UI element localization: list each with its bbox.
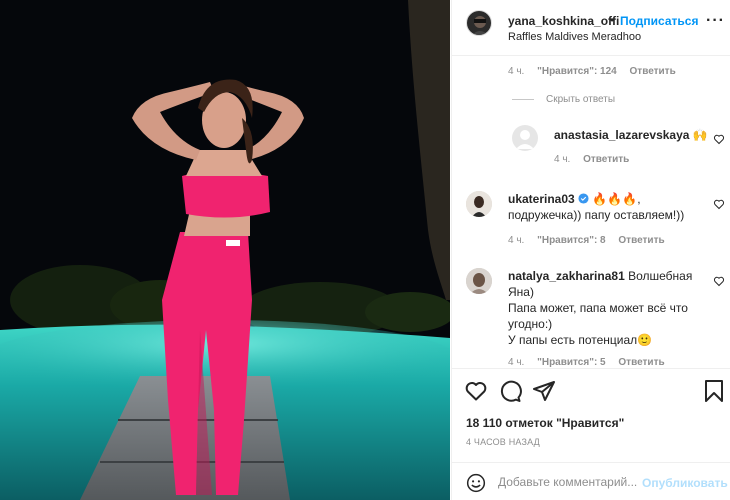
commenter-avatar[interactable]: [466, 191, 492, 217]
reply-button[interactable]: Ответить: [618, 235, 664, 246]
hide-replies-button[interactable]: Скрыть ответы: [512, 94, 615, 105]
post-header: yana_koshkina_offi • Подписаться Raffles…: [452, 0, 730, 56]
comment-time: 4 ч.: [508, 66, 525, 77]
post-photo[interactable]: [0, 0, 450, 500]
comment-text: Волшебная: [628, 269, 693, 283]
separator-dot: •: [610, 13, 615, 27]
like-comment-heart-icon[interactable]: [713, 133, 725, 145]
reply-button[interactable]: Ответить: [583, 154, 629, 165]
comment-username[interactable]: anastasia_lazarevskaya: [554, 128, 689, 142]
comment-composer: Опубликовать: [452, 462, 730, 500]
comment-username[interactable]: natalya_zakharina81: [508, 269, 625, 283]
share-icon[interactable]: [532, 379, 556, 403]
verified-badge-icon: [578, 193, 589, 204]
comment-username[interactable]: ukaterina03: [508, 192, 575, 206]
comment-text: 🙌: [692, 128, 708, 142]
commenter-avatar[interactable]: [466, 268, 492, 294]
like-comment-heart-icon[interactable]: [713, 275, 725, 287]
comment-text: У папы есть потенциал🙂: [508, 333, 653, 347]
comment-text: угодно:): [508, 317, 553, 331]
comment-text: 🔥🔥🔥,: [592, 192, 641, 206]
reply-comment: anastasia_lazarevskaya 🙌: [554, 127, 708, 143]
like-comment-heart-icon[interactable]: [713, 198, 725, 210]
commenter-avatar[interactable]: [512, 125, 538, 151]
photo-scene: [0, 0, 450, 500]
follow-button[interactable]: Подписаться: [620, 14, 698, 28]
author-avatar[interactable]: [466, 10, 492, 36]
comment-likes[interactable]: "Нравится": 5: [537, 357, 606, 368]
reply-button[interactable]: Ответить: [630, 66, 676, 77]
author-username[interactable]: yana_koshkina_offi: [508, 14, 619, 28]
comment-text: подружечка)) папу оставляем!)): [508, 208, 685, 222]
comments-list[interactable]: 4 ч. "Нравится": 124 Ответить Скрыть отв…: [452, 57, 730, 368]
publish-button[interactable]: Опубликовать: [642, 476, 728, 490]
comment-meta: 4 ч. "Нравится": 124 Ответить: [508, 66, 686, 77]
comment-time: 4 ч.: [508, 357, 525, 368]
action-bar: [452, 368, 730, 412]
reply-button[interactable]: Ответить: [618, 357, 664, 368]
comment-likes[interactable]: "Нравится": 124: [537, 66, 617, 77]
heart-icon[interactable]: [464, 379, 488, 403]
post-sidebar: yana_koshkina_offi • Подписаться Raffles…: [451, 0, 730, 500]
likes-count[interactable]: 18 110 отметок "Нравится": [466, 416, 624, 430]
comment-text: Папа может, папа может всё что: [508, 301, 688, 315]
comment-body: natalya_zakharina81 Волшебная Яна) Папа …: [508, 268, 708, 348]
comment-icon[interactable]: [498, 379, 522, 403]
comment-meta: 4 ч. Ответить: [554, 154, 639, 165]
hide-replies-label: Скрыть ответы: [546, 94, 616, 105]
emoji-icon[interactable]: [466, 473, 486, 493]
comment-body: ukaterina03 🔥🔥🔥, подружечка)) папу остав…: [508, 191, 718, 223]
comment-text: Яна): [508, 285, 534, 299]
post-location[interactable]: Raffles Maldives Meradhoo: [508, 31, 641, 43]
comment-meta: 4 ч. "Нравится": 5 Ответить: [508, 357, 675, 368]
bookmark-icon[interactable]: [702, 379, 726, 403]
comment-likes[interactable]: "Нравится": 8: [537, 235, 606, 246]
comment-meta: 4 ч. "Нравится": 8 Ответить: [508, 235, 675, 246]
comment-time: 4 ч.: [554, 154, 571, 165]
more-options-icon[interactable]: ···: [706, 12, 725, 30]
comment-input[interactable]: [498, 472, 638, 492]
post-timestamp[interactable]: 4 ЧАСОВ НАЗАД: [466, 437, 540, 447]
divider-line: [512, 99, 534, 100]
comment-time: 4 ч.: [508, 235, 525, 246]
